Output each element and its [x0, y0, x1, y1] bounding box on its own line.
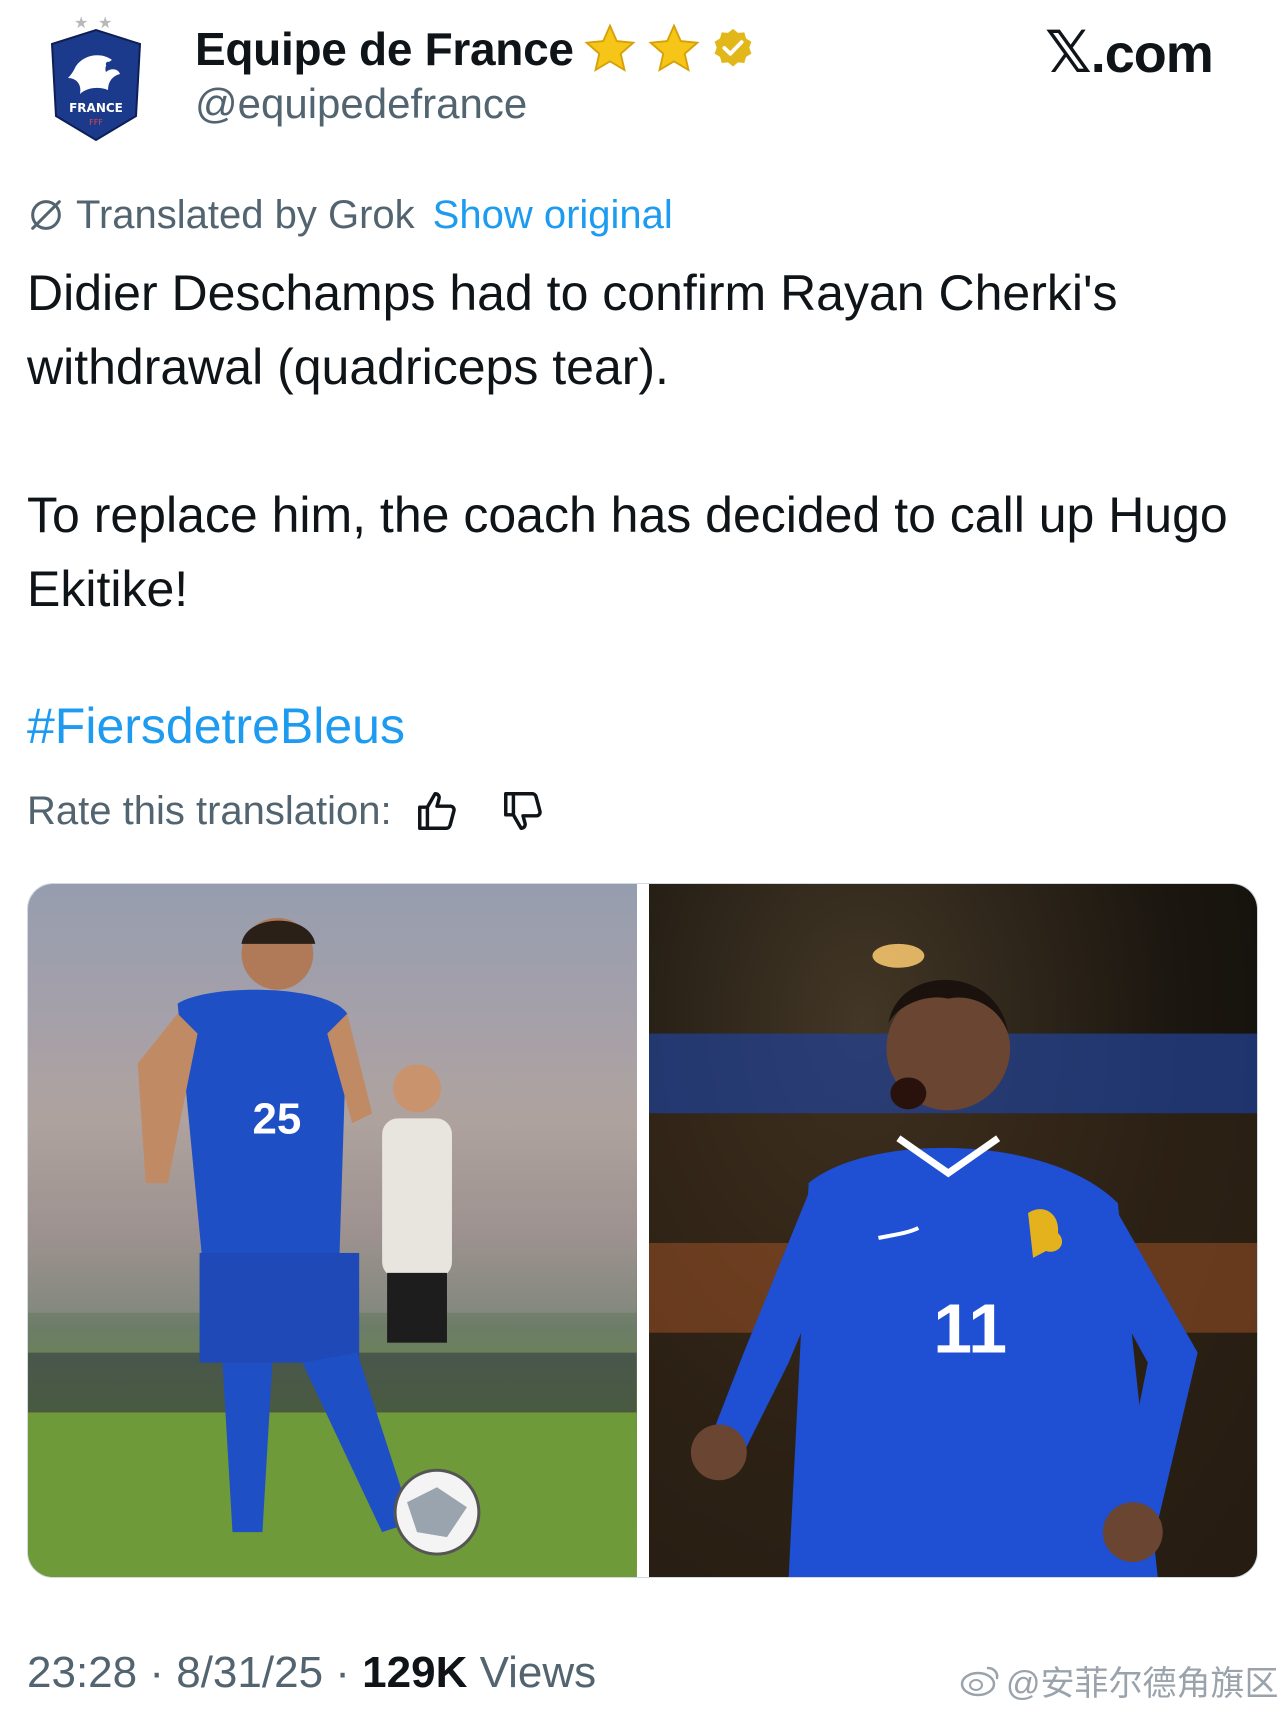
tweet-paragraph: To replace him, the coach has decided to… [27, 487, 1228, 617]
svg-text:FRANCE: FRANCE [69, 101, 123, 115]
tweet-text: Didier Deschamps had to confirm Rayan Ch… [27, 256, 1257, 626]
weibo-icon [960, 1666, 999, 1696]
views-count: 129K [362, 1648, 468, 1697]
player-illustration: 11 [648, 943, 1257, 1577]
star-icon [646, 21, 702, 77]
svg-text:11: 11 [933, 1290, 1007, 1368]
x-com-logo: 𝕏.com [1045, 18, 1214, 86]
author-name-row[interactable]: Equipe de France [195, 14, 756, 84]
rate-translation-row: Rate this translation: [27, 783, 546, 839]
avatar[interactable]: ★ ★ FRANCE FFF [46, 8, 146, 148]
verified-badge-icon[interactable] [710, 26, 756, 72]
grok-icon [31, 200, 61, 230]
svg-text:★: ★ [74, 13, 88, 32]
tweet-meta: 23:28 · 8/31/25 · 129K Views [27, 1648, 596, 1698]
svg-text:25: 25 [252, 1094, 301, 1143]
author-handle[interactable]: @equipedefrance [195, 80, 527, 128]
weibo-watermark: @安菲尔德角旗区 [960, 1656, 1279, 1705]
show-original-link[interactable]: Show original [433, 193, 673, 238]
media-grid: 25 11 [27, 883, 1258, 1578]
tweet-time[interactable]: 23:28 [27, 1648, 137, 1697]
translated-by-label: Translated by Grok [76, 192, 415, 237]
meta-separator: · [335, 1648, 350, 1697]
watermark-text: @安菲尔德角旗区 [1006, 1665, 1279, 1703]
tweet-date[interactable]: 8/31/25 [176, 1648, 323, 1697]
hashtag-link[interactable]: #FiersdetreBleus [27, 697, 405, 755]
svg-text:FFF: FFF [89, 118, 103, 127]
x-logo-icon: 𝕏 [1045, 20, 1092, 85]
tweet-paragraph: Didier Deschamps had to confirm Rayan Ch… [27, 265, 1118, 395]
author-display-name[interactable]: Equipe de France [195, 22, 574, 76]
thumbs-up-icon[interactable] [414, 788, 460, 834]
photo-player-25[interactable]: 25 [28, 884, 637, 1577]
fff-crest-icon: ★ ★ FRANCE FFF [50, 13, 142, 142]
translation-row: Translated by Grok Show original [26, 190, 673, 240]
rate-translation-label: Rate this translation: [27, 788, 392, 833]
meta-separator: · [149, 1648, 164, 1697]
thumbs-down-icon[interactable] [500, 788, 546, 834]
views-label: Views [479, 1648, 597, 1697]
photo-player-11[interactable]: 11 [648, 884, 1257, 1577]
svg-text:★: ★ [98, 13, 112, 32]
player-illustration: 25 [28, 884, 637, 1577]
x-com-label: .com [1090, 24, 1214, 84]
star-icon [582, 21, 638, 77]
